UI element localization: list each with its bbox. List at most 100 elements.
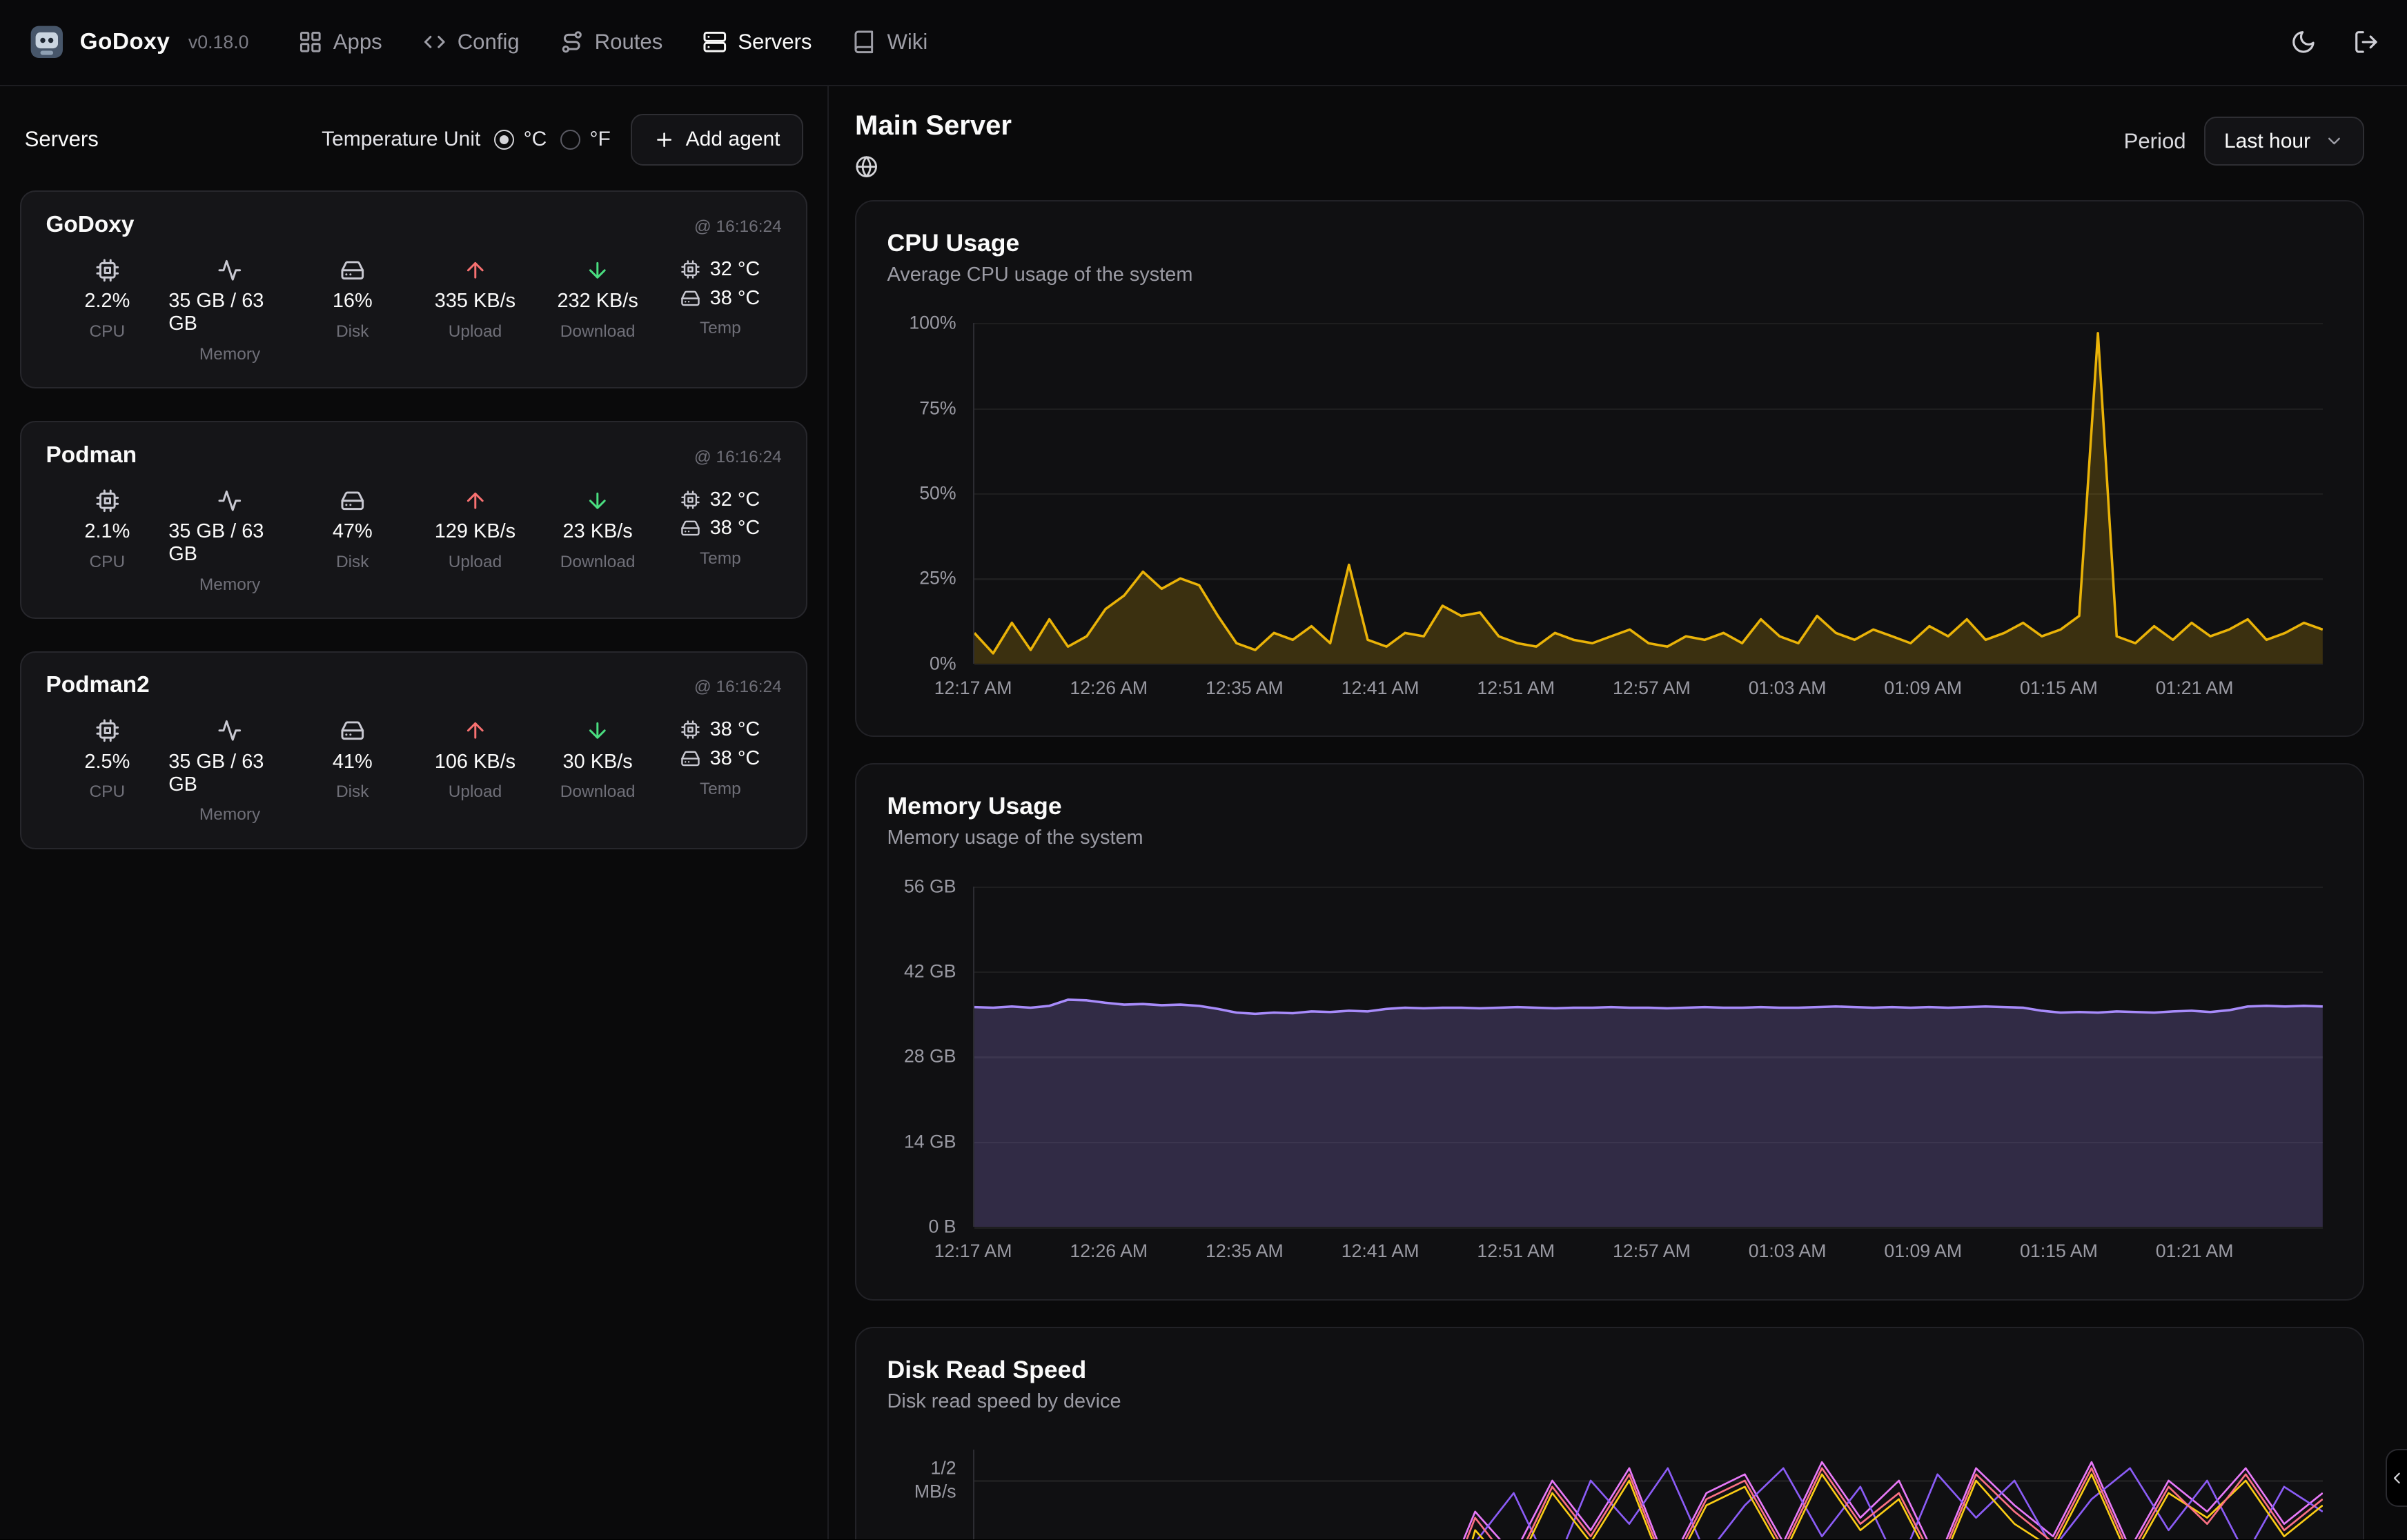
page-title: Main Server [855,110,1012,141]
nav-item-routes[interactable]: Routes [560,30,663,55]
cpu-label: CPU [90,553,126,572]
main-header: Main Server Period Last hour [855,110,2364,184]
y-tick-label: 25% [919,567,956,590]
brand-name: GoDoxy [80,29,170,55]
cpu-temp-row: 32 °C [680,258,760,281]
y-tick-label: 42 GB [904,960,956,983]
memory-value: 35 GB / 63 GB [168,751,291,796]
nav-item-apps[interactable]: Apps [298,30,382,55]
hard-drive-icon [680,288,700,308]
disk-read-speed-card: Disk Read Speed Disk read speed by devic… [855,1327,2364,1539]
cpu-icon [680,490,700,510]
cpu-plot-area[interactable] [973,323,2323,664]
navbar-actions [2290,29,2379,55]
brand-version: v0.18.0 [188,32,249,53]
server-card-godoxy[interactable]: GoDoxy @ 16:16:24 2.2% CPU 35 GB / 63 GB… [20,190,807,388]
x-tick-label: 12:41 AM [1342,678,1419,699]
y-tick-label: 0 B [929,1216,956,1238]
radio-celsius[interactable]: °C [494,128,547,151]
y-tick-label: 14 GB [904,1130,956,1153]
upload-label: Upload [449,322,502,342]
server-card-header: Podman @ 16:16:24 [46,442,781,468]
stat-temp: 32 °C 38 °C Temp [659,258,782,364]
hard-drive-icon [680,518,700,538]
brand: GoDoxy v0.18.0 [28,23,248,61]
radio-celsius-control[interactable] [494,130,514,150]
stat-download: 232 KB/s Download [536,258,659,364]
chart-body: 1/2 MB/s [887,1450,2323,1539]
cpu-value: 2.5% [84,751,130,773]
nav-item-servers[interactable]: Servers [703,30,812,55]
panel-collapse-handle[interactable] [2386,1449,2407,1508]
activity-icon [217,258,242,283]
upload-label: Upload [449,553,502,572]
disk-value: 47% [333,520,373,543]
server-name: GoDoxy [46,212,134,238]
server-stats: 2.5% CPU 35 GB / 63 GB Memory 41% Disk [46,718,781,825]
nav-item-config[interactable]: Config [422,30,520,55]
disk-label: Disk [336,553,369,572]
code-icon [422,30,447,55]
add-agent-button[interactable]: Add agent [631,114,803,166]
period-select[interactable]: Last hour [2204,117,2364,166]
x-tick-label: 12:26 AM [1070,1241,1148,1262]
radio-fahrenheit-control[interactable] [560,130,580,150]
period-control: Period Last hour [2124,117,2364,166]
x-tick-label: 01:03 AM [1749,678,1827,699]
nav-items: Apps Config Routes Servers Wiki [298,30,928,55]
memory-value: 35 GB / 63 GB [168,520,291,566]
arrow-down-icon [585,488,610,513]
y-tick-label: 56 GB [904,875,956,898]
x-tick-label: 12:57 AM [1613,678,1691,699]
stat-memory: 35 GB / 63 GB Memory [168,258,291,364]
cpu-usage-chart [974,323,2323,664]
nav-item-wiki[interactable]: Wiki [852,30,927,55]
chart-body: 56 GB42 GB28 GB14 GB0 B [887,887,2323,1227]
radio-fahrenheit[interactable]: °F [560,128,611,151]
add-agent-label: Add agent [686,128,780,151]
servers-sidebar: Servers Temperature Unit °C °F Add agent [0,86,829,1540]
temp-rows: 32 °C 38 °C [680,258,760,310]
disk-value: 16% [333,290,373,313]
cpu-icon [95,258,120,283]
memory-label: Memory [199,805,260,825]
x-tick-label: 01:21 AM [2156,1241,2234,1262]
server-card-podman[interactable]: Podman @ 16:16:24 2.1% CPU 35 GB / 63 GB… [20,421,807,619]
arrow-down-icon [585,258,610,283]
y-tick-label: 28 GB [904,1045,956,1068]
server-card-podman2[interactable]: Podman2 @ 16:16:24 2.5% CPU 35 GB / 63 G… [20,651,807,849]
stat-disk: 16% Disk [291,258,414,364]
x-tick-label: 12:51 AM [1477,678,1555,699]
logout-icon[interactable] [2353,29,2379,55]
cpu-temp-row: 38 °C [680,718,760,741]
navbar: GoDoxy v0.18.0 Apps Config Routes Server… [0,0,2407,86]
stat-download: 23 KB/s Download [536,488,659,595]
x-tick-label: 01:03 AM [1749,1241,1827,1262]
temperature-unit-label: Temperature Unit [322,128,480,151]
cpu-icon [680,720,700,740]
memory-value: 35 GB / 63 GB [168,290,291,335]
disk-temp-value: 38 °C [710,517,760,540]
temperature-unit-group: Temperature Unit °C °F [322,128,611,151]
app: GoDoxy v0.18.0 Apps Config Routes Server… [0,0,2407,1539]
x-tick-label: 01:21 AM [2156,678,2234,699]
y-tick-label: 1/2 MB/s [914,1457,956,1503]
nav-item-label: Wiki [887,30,927,55]
memory-usage-chart [974,887,2323,1227]
server-stats: 2.1% CPU 35 GB / 63 GB Memory 47% Disk [46,488,781,595]
server-timestamp: @ 16:16:24 [694,217,782,237]
x-tick-label: 12:57 AM [1613,1241,1691,1262]
cpu-label: CPU [90,322,126,342]
theme-toggle-moon-icon[interactable] [2290,29,2317,55]
disk-plot-area[interactable] [973,1450,2323,1539]
temp-rows: 32 °C 38 °C [680,488,760,540]
server-timestamp: @ 16:16:24 [694,448,782,467]
gridline [974,664,2323,665]
upload-value: 335 KB/s [435,290,515,313]
stat-disk: 41% Disk [291,718,414,825]
memory-usage-card: Memory Usage Memory usage of the system … [855,763,2364,1301]
memory-plot-area[interactable] [973,887,2323,1227]
x-tick-label: 12:51 AM [1477,1241,1555,1262]
arrow-up-icon [463,258,488,283]
x-tick-label: 01:15 AM [2020,1241,2098,1262]
